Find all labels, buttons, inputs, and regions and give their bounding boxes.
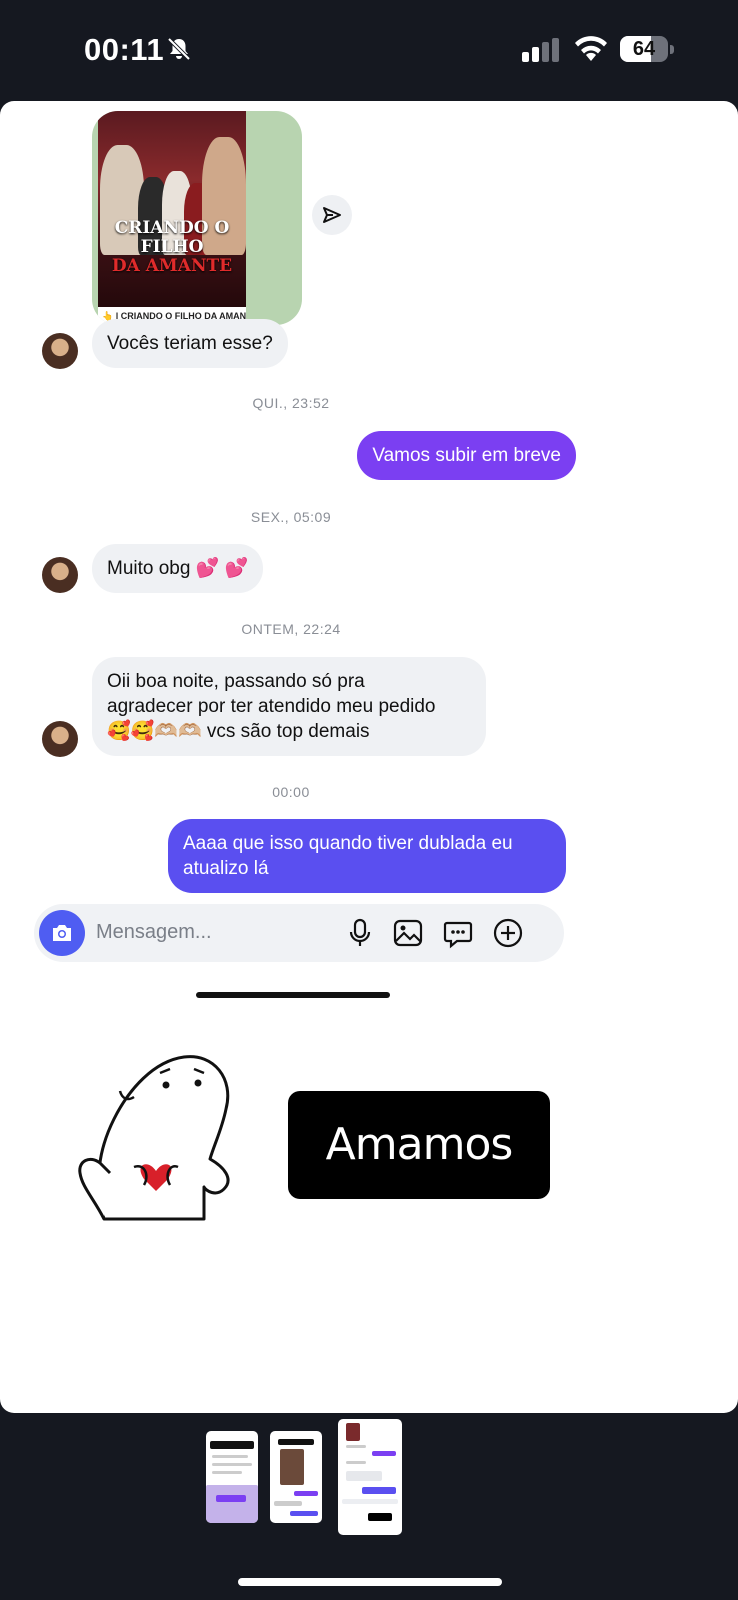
sticker-icon[interactable] <box>442 917 474 949</box>
message-bubble-outgoing[interactable]: Aaaa que isso quando tiver dublada eu at… <box>168 819 566 893</box>
shared-post[interactable]: CRIANDO O FILHO DA AMANTE 👆 | CRIANDO O … <box>92 111 302 325</box>
avatar[interactable] <box>42 333 78 369</box>
story-thumbnail-active[interactable] <box>338 1419 402 1535</box>
dm-screenshot: CRIANDO O FILHO DA AMANTE 👆 | CRIANDO O … <box>16 101 576 1036</box>
camera-icon <box>53 925 71 941</box>
bell-mute-icon <box>167 37 191 61</box>
story-text-overlay[interactable]: Amamos isso <box>288 1091 550 1278</box>
message-timestamp: SEX., 05:09 <box>250 509 332 525</box>
poster-title: CRIANDO O FILHO DA AMANTE <box>111 218 233 276</box>
message-bubble-incoming[interactable]: Muito obg 💕 💕 <box>92 544 264 593</box>
screenshot-home-indicator <box>196 992 390 998</box>
camera-button[interactable] <box>39 910 85 956</box>
battery-level: 64 <box>632 38 656 60</box>
home-indicator[interactable] <box>238 1578 502 1586</box>
gallery-icon[interactable] <box>392 917 424 949</box>
message-timestamp: QUI., 23:52 <box>252 395 330 411</box>
status-bar: 00:11 64 <box>0 0 738 100</box>
flork-heart-sticker[interactable] <box>74 1049 244 1229</box>
plus-circle-icon[interactable] <box>492 917 524 949</box>
message-composer: Mensagem... <box>34 904 564 962</box>
story-thumbnail[interactable] <box>270 1431 322 1523</box>
cellular-signal-icon <box>522 38 559 62</box>
message-timestamp: 00:00 <box>272 784 310 800</box>
message-bubble-outgoing[interactable]: Vamos subir em breve <box>357 431 576 480</box>
poster-image: CRIANDO O FILHO DA AMANTE <box>98 111 246 307</box>
send-icon <box>323 207 341 223</box>
story-card: CRIANDO O FILHO DA AMANTE 👆 | CRIANDO O … <box>0 101 738 1413</box>
share-button[interactable] <box>312 195 352 235</box>
microphone-icon[interactable] <box>344 917 376 949</box>
wifi-icon <box>575 36 607 61</box>
battery-indicator: 64 <box>620 36 674 64</box>
message-input[interactable]: Mensagem... <box>96 921 212 944</box>
instagram-story-screen: 00:11 64 CRIANDO O FILHO DA AMANTE 👆 | C… <box>0 0 738 1600</box>
status-time: 00:11 <box>84 32 165 67</box>
avatar[interactable] <box>42 721 78 757</box>
message-bubble-incoming[interactable]: Oii boa noite, passando só pra agradecer… <box>92 657 486 756</box>
story-thumbnail[interactable] <box>206 1431 258 1523</box>
message-bubble-incoming[interactable]: Vocês teriam esse? <box>92 319 288 368</box>
message-timestamp: ONTEM, 22:24 <box>241 621 341 637</box>
avatar[interactable] <box>42 557 78 593</box>
